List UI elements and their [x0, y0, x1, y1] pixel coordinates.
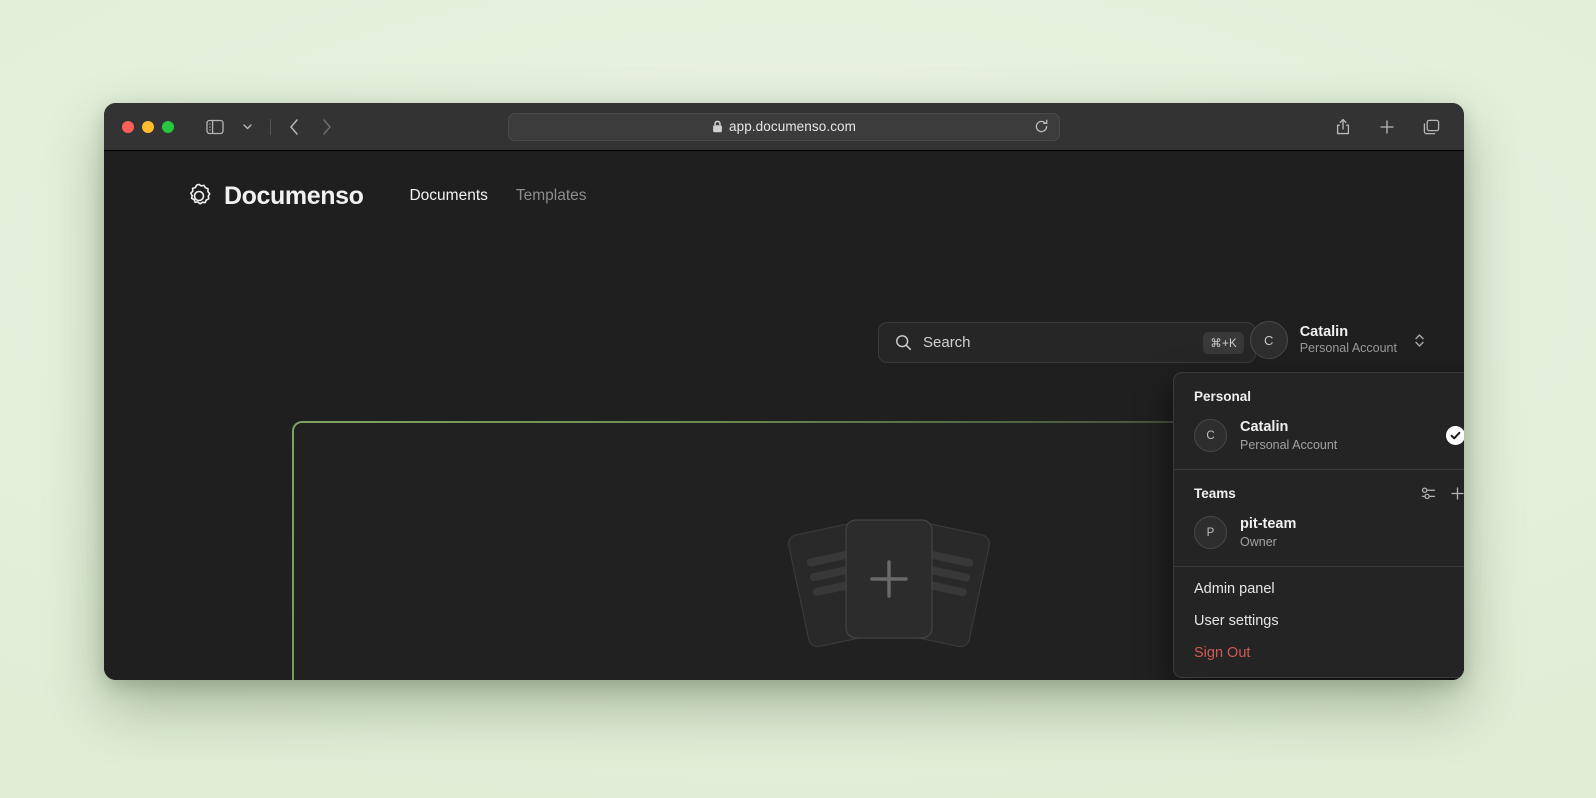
address-bar[interactable]: app.documenso.com [508, 113, 1060, 141]
menu-item-team-pit-team[interactable]: P pit-team Owner [1174, 507, 1464, 560]
chevron-up-down-icon [1413, 332, 1426, 349]
menu-section-teams-title: Teams [1194, 486, 1236, 501]
sliders-settings-icon[interactable] [1421, 486, 1436, 501]
menu-item-admin-panel[interactable]: Admin panel [1174, 573, 1464, 605]
main-nav: Documents Templates [409, 187, 586, 205]
user-chip-subtitle: Personal Account [1300, 341, 1397, 357]
share-icon[interactable] [1328, 113, 1358, 141]
app-viewport: Documenso Documents Templates Search ⌘+K… [104, 151, 1464, 680]
tabs-icon[interactable] [1416, 113, 1446, 141]
personal-account-text: Catalin Personal Account [1240, 418, 1337, 453]
browser-nav-controls [200, 113, 341, 141]
plus-icon[interactable] [1372, 113, 1402, 141]
menu-section-teams-header: Teams [1174, 476, 1464, 507]
brand[interactable]: Documenso [186, 182, 363, 211]
personal-account-name: Catalin [1240, 418, 1337, 437]
browser-titlebar: app.documenso.com [104, 103, 1464, 151]
menu-divider [1174, 566, 1464, 567]
browser-toolbar-right [1328, 113, 1446, 141]
app-header: Documenso Documents Templates [104, 151, 1464, 241]
maximize-window-button[interactable] [162, 121, 174, 133]
url-text: app.documenso.com [729, 119, 856, 134]
toolbar-divider [270, 119, 271, 135]
personal-account-subtitle: Personal Account [1240, 437, 1337, 453]
minimize-window-button[interactable] [142, 121, 154, 133]
browser-window: app.documenso.com [104, 103, 1464, 680]
documenso-seal-logo-icon [186, 183, 212, 209]
user-account-button[interactable]: C Catalin Personal Account [1250, 321, 1426, 359]
search-input[interactable]: Search ⌘+K [878, 322, 1256, 363]
menu-section-personal-title: Personal [1194, 389, 1251, 404]
menu-item-personal-account[interactable]: C Catalin Personal Account [1174, 410, 1464, 463]
check-circle-icon [1446, 426, 1464, 445]
documents-stack-plus-icon [784, 504, 994, 659]
sidebar-dropdown-icon[interactable] [232, 113, 262, 141]
menu-section-personal-header: Personal [1174, 379, 1464, 410]
window-traffic-lights [122, 121, 174, 133]
menu-bottom-padding [1174, 669, 1464, 677]
nav-link-templates[interactable]: Templates [516, 187, 587, 205]
avatar: C [1194, 419, 1227, 452]
team-text: pit-team Owner [1240, 515, 1296, 550]
user-chip-name: Catalin [1300, 323, 1397, 341]
teams-section-actions [1421, 486, 1464, 501]
plus-icon[interactable] [1450, 486, 1464, 501]
sidebar-toggle-icon[interactable] [200, 113, 230, 141]
menu-item-user-settings[interactable]: User settings [1174, 605, 1464, 637]
team-role: Owner [1240, 534, 1296, 550]
nav-link-documents[interactable]: Documents [409, 187, 487, 205]
forward-chevron-icon[interactable] [311, 113, 341, 141]
lock-icon [712, 120, 723, 133]
search-icon [895, 334, 912, 351]
user-chip-text: Catalin Personal Account [1300, 323, 1397, 357]
brand-name: Documenso [224, 182, 363, 211]
address-bar-wrapper: app.documenso.com [508, 113, 1060, 141]
account-dropdown-menu: Personal C Catalin Personal Account Team… [1173, 372, 1464, 678]
back-chevron-icon[interactable] [279, 113, 309, 141]
search-placeholder: Search [923, 334, 971, 351]
menu-divider [1174, 469, 1464, 470]
avatar: P [1194, 516, 1227, 549]
close-window-button[interactable] [122, 121, 134, 133]
avatar: C [1250, 321, 1288, 359]
reload-icon[interactable] [1034, 119, 1049, 134]
team-name: pit-team [1240, 515, 1296, 534]
search-shortcut-badge: ⌘+K [1203, 332, 1244, 354]
menu-item-sign-out[interactable]: Sign Out [1174, 637, 1464, 669]
